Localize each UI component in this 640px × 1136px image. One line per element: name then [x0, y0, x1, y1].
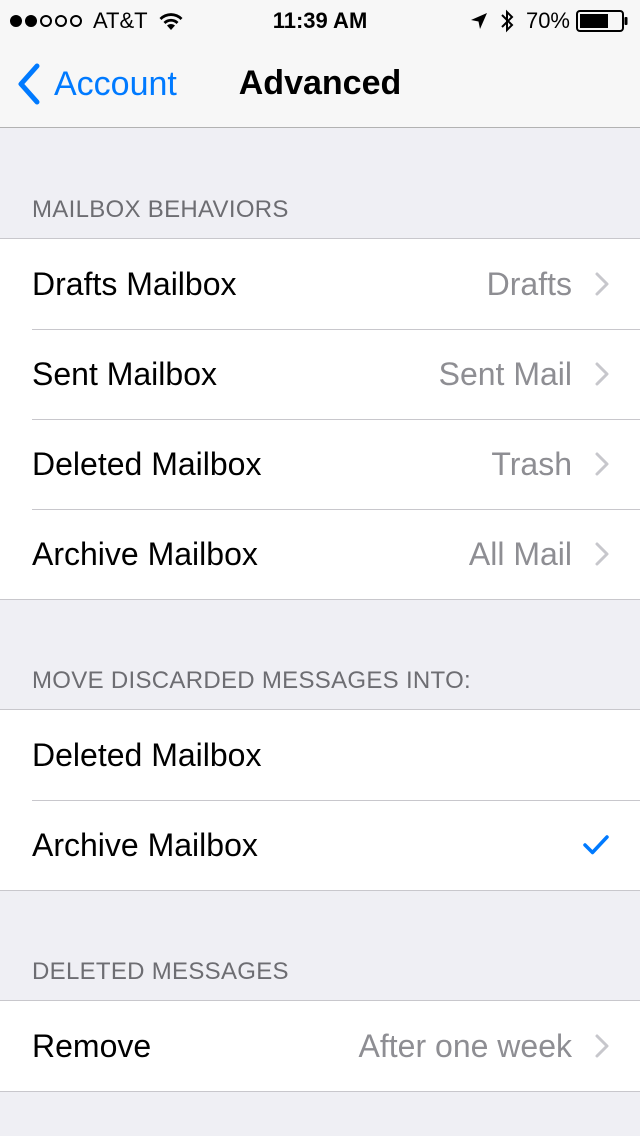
mailbox-behaviors-group: Drafts Mailbox Drafts Sent Mailbox Sent …	[0, 238, 640, 600]
location-arrow-icon	[470, 13, 487, 29]
row-label: Deleted Mailbox	[32, 445, 262, 482]
chevron-right-icon	[595, 542, 609, 566]
deleted-messages-group: Remove After one week	[0, 1000, 640, 1092]
chevron-right-icon	[595, 362, 609, 386]
row-value: Drafts	[486, 265, 572, 302]
deleted-mailbox-row[interactable]: Deleted Mailbox Trash	[0, 419, 640, 509]
chevron-right-icon	[595, 1034, 609, 1058]
row-label: Sent Mailbox	[32, 355, 217, 392]
section-header-deleted-messages: DELETED MESSAGES	[32, 958, 289, 985]
archive-mailbox-row[interactable]: Archive Mailbox All Mail	[0, 509, 640, 599]
battery-level-fill	[580, 14, 608, 28]
row-label: Archive Mailbox	[32, 826, 258, 863]
row-label: Remove	[32, 1027, 152, 1064]
navigation-bar: Account Advanced	[0, 40, 640, 128]
row-label: Deleted Mailbox	[32, 736, 262, 773]
row-value: All Mail	[468, 535, 572, 572]
row-value: Sent Mail	[438, 355, 572, 392]
bluetooth-icon	[501, 9, 514, 33]
row-label: Archive Mailbox	[32, 535, 258, 572]
section-header-move-discarded: MOVE DISCARDED MESSAGES INTO:	[32, 667, 472, 694]
move-discarded-group: Deleted Mailbox Archive Mailbox	[0, 709, 640, 891]
row-label: Drafts Mailbox	[32, 265, 237, 302]
move-to-deleted-mailbox-option[interactable]: Deleted Mailbox	[0, 710, 640, 800]
checkmark-icon	[583, 835, 609, 855]
chevron-left-icon	[18, 63, 40, 105]
battery-icon	[576, 10, 628, 32]
move-to-archive-mailbox-option[interactable]: Archive Mailbox	[0, 800, 640, 890]
sent-mailbox-row[interactable]: Sent Mailbox Sent Mail	[0, 329, 640, 419]
battery-percentage: 70%	[525, 8, 570, 33]
chevron-right-icon	[595, 452, 609, 476]
row-value: After one week	[358, 1027, 572, 1064]
row-value: Trash	[491, 445, 572, 482]
status-bar: AT&T 11:39 AM 70%	[0, 0, 640, 40]
drafts-mailbox-row[interactable]: Drafts Mailbox Drafts	[0, 239, 640, 329]
back-button-label: Account	[54, 64, 177, 103]
status-right: 70%	[470, 8, 628, 34]
back-button[interactable]: Account	[16, 62, 177, 106]
section-header-mailbox-behaviors: MAILBOX BEHAVIORS	[32, 196, 289, 223]
chevron-right-icon	[595, 272, 609, 296]
remove-row[interactable]: Remove After one week	[0, 1001, 640, 1091]
